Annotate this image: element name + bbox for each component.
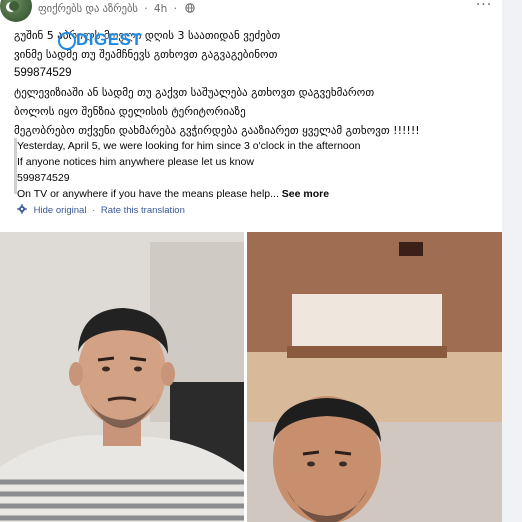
translation-line-last: On TV or anywhere if you have the means … bbox=[17, 186, 497, 202]
globe-icon bbox=[185, 3, 195, 13]
see-more-link[interactable]: See more bbox=[282, 188, 329, 200]
gear-icon bbox=[17, 204, 27, 214]
translation-line: Yesterday, April 5, we were looking for … bbox=[17, 140, 361, 152]
more-options-button[interactable]: ··· bbox=[472, 0, 496, 16]
translation-phone: 599874529 bbox=[17, 172, 70, 184]
translation-links: Hide original · Rate this translation bbox=[17, 204, 185, 216]
post-meta: ფიქრებს და აზრებს · 4h · bbox=[38, 3, 195, 15]
original-line: ბოლოს იყო შენზია დელისის ტერიტორიაზე bbox=[14, 105, 246, 118]
original-line: ტელევიზიაში ან სადმე თუ გაქვთ საშუალება … bbox=[14, 86, 375, 99]
feed-background-strip bbox=[502, 0, 522, 522]
man-portrait-image bbox=[0, 232, 244, 522]
facebook-post: ფიქრებს და აზრებს · 4h · ··· გუშინ 5 აპრ… bbox=[0, 0, 502, 522]
meta-separator: · bbox=[144, 3, 148, 15]
meta-separator-2: · bbox=[173, 3, 177, 15]
translation-line: If anyone notices him anywhere please le… bbox=[17, 156, 254, 168]
hide-original-link[interactable]: Hide original bbox=[34, 205, 87, 216]
rate-translation-link[interactable]: Rate this translation bbox=[101, 205, 185, 216]
moon-icon bbox=[6, 1, 19, 12]
post-photo-left[interactable] bbox=[0, 232, 244, 522]
watermark-eye-icon bbox=[58, 32, 76, 50]
watermark-text: DIGEST bbox=[76, 30, 143, 49]
post-time[interactable]: 4h bbox=[154, 3, 167, 15]
post-header: ფიქრებს და აზრებს · 4h · ··· bbox=[0, 0, 502, 22]
translated-text: Yesterday, April 5, we were looking for … bbox=[17, 138, 497, 202]
page-avatar[interactable] bbox=[0, 0, 32, 22]
phone-number: 599874529 bbox=[14, 67, 72, 79]
page-name-link[interactable]: ფიქრებს და აზრებს bbox=[38, 3, 138, 15]
digest-watermark-logo: DIGEST bbox=[58, 30, 142, 54]
post-photo-right[interactable] bbox=[247, 232, 502, 522]
translation-line-text: On TV or anywhere if you have the means … bbox=[17, 188, 279, 200]
link-separator: · bbox=[92, 205, 96, 216]
man-portrait-image-2 bbox=[247, 232, 502, 522]
